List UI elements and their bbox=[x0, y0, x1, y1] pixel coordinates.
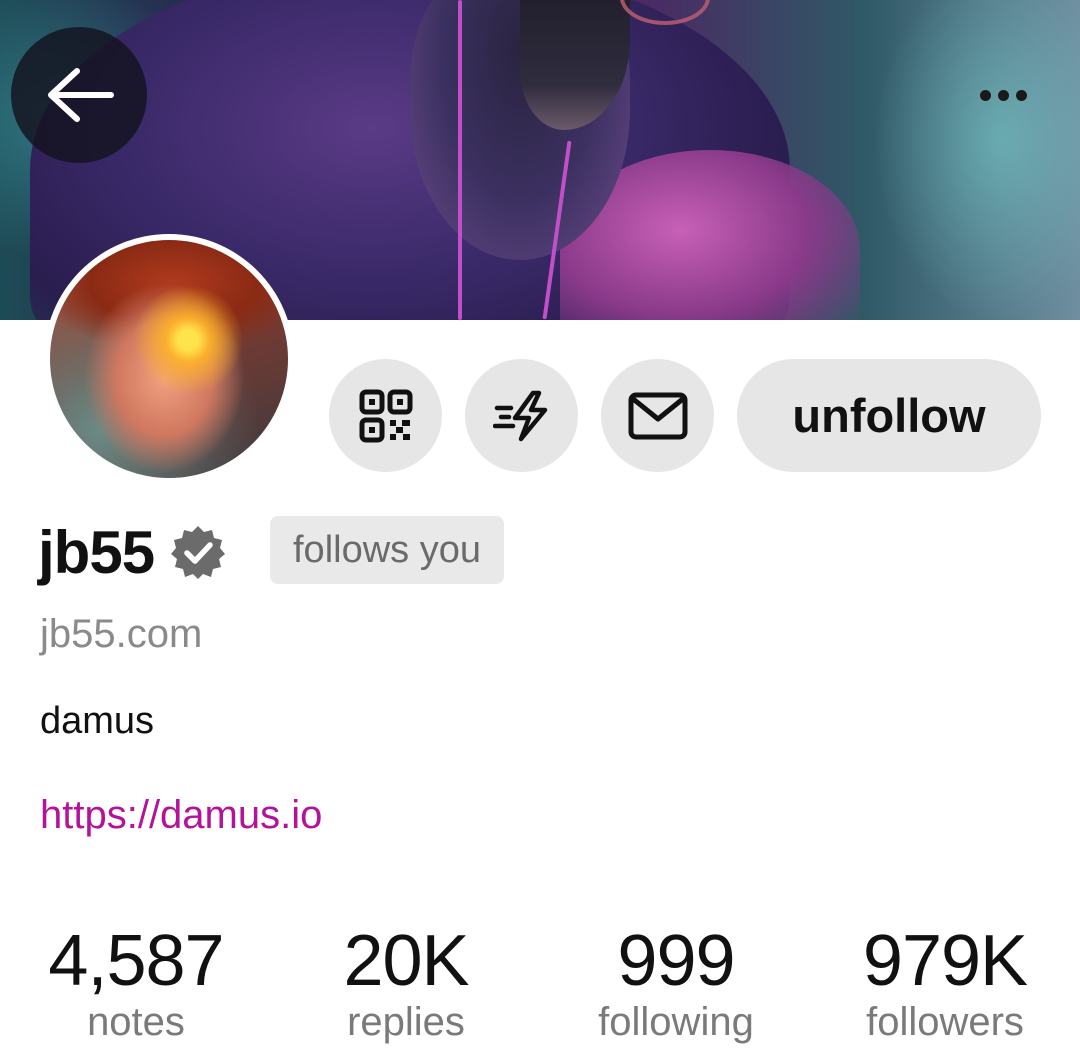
stat-value: 20K bbox=[343, 921, 469, 1001]
avatar-image bbox=[50, 240, 288, 478]
stat-label: following bbox=[598, 1000, 754, 1044]
message-button[interactable] bbox=[601, 359, 714, 472]
zap-icon bbox=[492, 390, 547, 441]
stat-label: replies bbox=[347, 1000, 465, 1044]
stat-followers[interactable]: 979K followers bbox=[846, 922, 1044, 1044]
website-link[interactable]: https://damus.io bbox=[40, 793, 322, 838]
stat-notes[interactable]: 4,587 notes bbox=[38, 922, 234, 1044]
avatar[interactable] bbox=[44, 234, 294, 484]
qr-code-icon bbox=[359, 389, 412, 442]
ellipsis-icon bbox=[1015, 89, 1027, 101]
zap-button[interactable] bbox=[465, 359, 578, 472]
ellipsis-icon bbox=[979, 89, 991, 101]
stat-following[interactable]: 999 following bbox=[580, 922, 772, 1044]
more-options-button[interactable] bbox=[958, 70, 1048, 120]
stat-label: notes bbox=[87, 1000, 185, 1044]
verified-badge-icon bbox=[171, 526, 226, 579]
stat-replies[interactable]: 20K replies bbox=[318, 922, 494, 1044]
back-button[interactable] bbox=[11, 27, 147, 163]
name-row: jb55 bbox=[38, 512, 226, 592]
banner-wire bbox=[458, 0, 462, 320]
nip05-identifier: jb55.com bbox=[40, 612, 203, 656]
arrow-left-icon bbox=[48, 68, 114, 122]
stat-value: 999 bbox=[617, 921, 735, 1001]
stat-value: 979K bbox=[862, 921, 1028, 1001]
stat-value: 4,587 bbox=[48, 921, 224, 1001]
qr-code-button[interactable] bbox=[329, 359, 442, 472]
envelope-icon bbox=[628, 392, 687, 439]
profile-about: damus bbox=[40, 700, 155, 742]
unfollow-button[interactable]: unfollow bbox=[737, 359, 1041, 472]
follows-you-badge: follows you bbox=[270, 516, 504, 584]
stat-label: followers bbox=[866, 1000, 1024, 1044]
display-name: jb55 bbox=[38, 518, 155, 586]
ellipsis-icon bbox=[997, 89, 1009, 101]
